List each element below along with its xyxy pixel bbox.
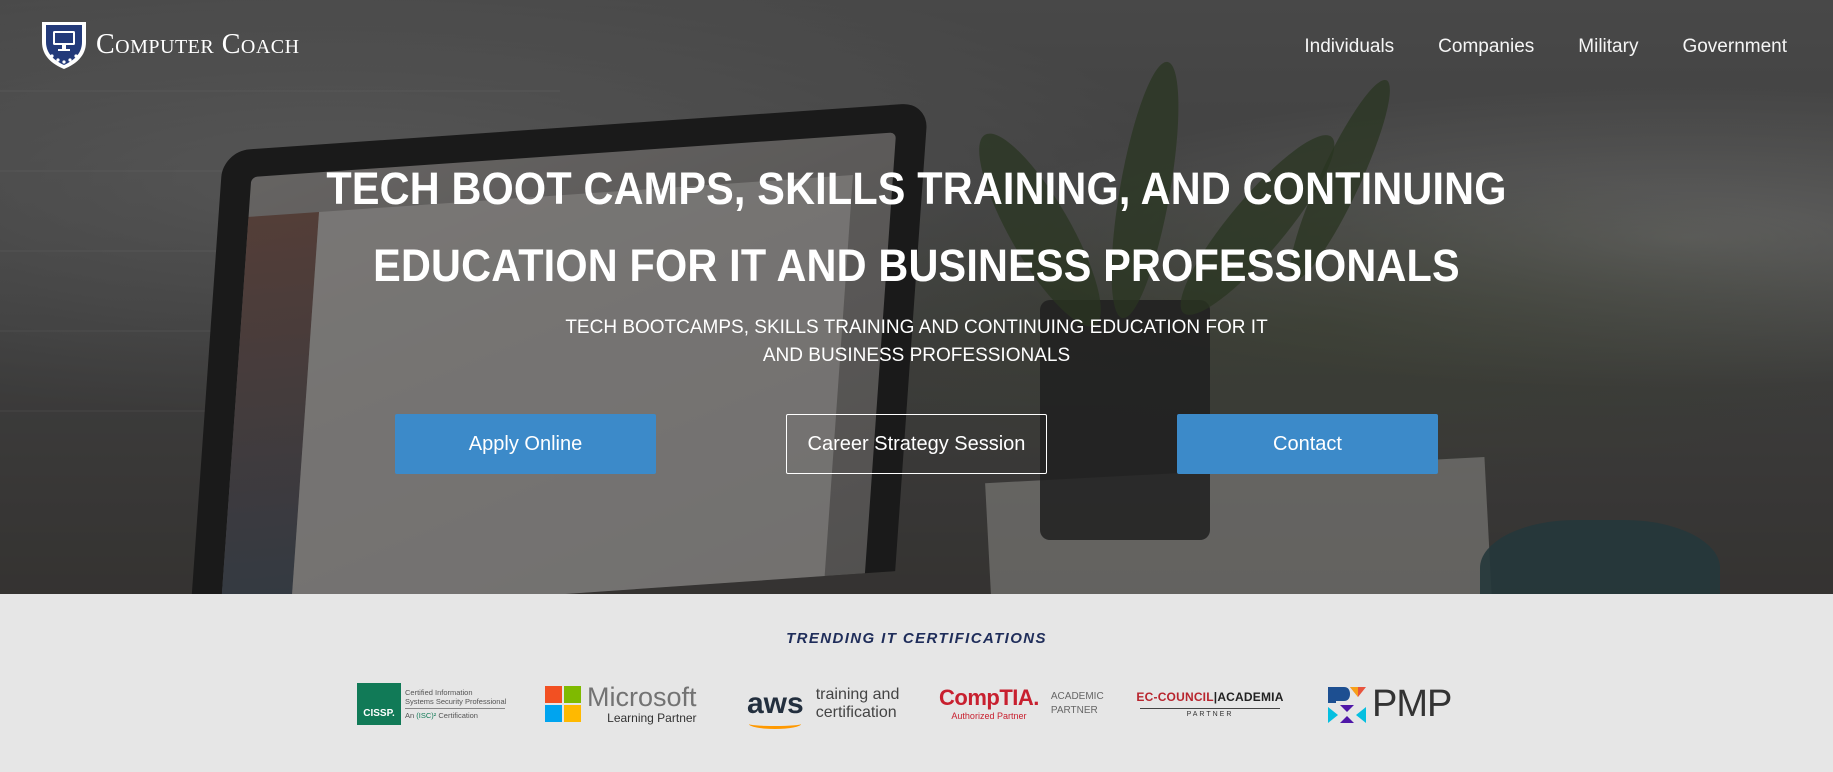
ec-council-wordmark: EC-COUNCIL|ACADEMIA [1136, 690, 1283, 704]
certifications-title: TRENDING IT CERTIFICATIONS [786, 630, 1047, 647]
aws-word: aws [747, 687, 804, 720]
cissp-line-3-suffix: Certification [438, 711, 478, 720]
nav-item-government[interactable]: Government [1682, 36, 1787, 58]
cissp-description: Certified Information Systems Security P… [405, 688, 506, 720]
comptia-academic-partner-logo[interactable]: CompTIA. Authorized Partner ACADEMIC PAR… [939, 678, 1104, 730]
aws-tag-line-1: training and [815, 686, 900, 703]
certifications-section: TRENDING IT CERTIFICATIONS CISSP. Certif… [0, 594, 1833, 772]
hero-subheading-line-2: AND BUSINESS PROFESSIONALS [762, 345, 1071, 366]
nav-item-individuals[interactable]: Individuals [1304, 36, 1394, 58]
comptia-acad-line-1: ACADEMIC [1050, 691, 1104, 702]
cissp-divider [405, 708, 505, 709]
comptia-sub: Authorized Partner [951, 711, 1027, 721]
ec-council-partner: PARTNER [1186, 711, 1234, 718]
microsoft-sub: Learning Partner [607, 711, 697, 725]
comptia-academic-label: ACADEMIC PARTNER [1051, 690, 1104, 718]
hero-headline-line-2: EDUCATION FOR IT AND BUSINESS PROFESSION… [373, 240, 1460, 291]
hero-subheading: TECH BOOTCAMPS, SKILLS TRAINING AND CONT… [0, 314, 1833, 370]
cissp-line-3-org: (ISC)² [416, 711, 437, 720]
comptia-acad-line-2: PARTNER [1050, 705, 1098, 716]
cissp-line-2: Systems Security Professional [405, 697, 507, 706]
cissp-line-1: Certified Information [405, 688, 473, 697]
hero-subheading-line-1: TECH BOOTCAMPS, SKILLS TRAINING AND CONT… [565, 317, 1268, 338]
brand-logo[interactable]: Computer Coach [38, 20, 300, 70]
shield-monitor-icon [38, 20, 90, 70]
pmi-mark-icon [1328, 685, 1366, 723]
microsoft-learning-partner-logo[interactable]: Microsoft Learning Partner [545, 678, 710, 730]
hero-headline: TECH BOOT CAMPS, SKILLS TRAINING, AND CO… [73, 150, 1759, 304]
ec-council-divider [1140, 708, 1280, 709]
nav-item-military[interactable]: Military [1578, 36, 1638, 58]
pmp-wordmark: PMP [1372, 683, 1452, 725]
hero-section: Computer Coach Individuals Companies Mil… [0, 0, 1833, 594]
ec-council-academia-logo[interactable]: EC-COUNCIL|ACADEMIA PARTNER [1135, 678, 1285, 730]
cissp-badge: CISSP. [357, 683, 401, 725]
aws-training-logo[interactable]: aws training and certification [747, 678, 907, 730]
comptia-name: CompTIA. [939, 685, 1039, 710]
cissp-line-3-prefix: An [405, 711, 415, 720]
comptia-wordmark: CompTIA. Authorized Partner [939, 686, 1039, 722]
aws-smile-icon [749, 719, 801, 729]
apply-online-button[interactable]: Apply Online [395, 414, 656, 474]
pmp-logo[interactable]: PMP [1328, 678, 1468, 730]
certification-logos: CISSP. Certified Information Systems Sec… [355, 678, 1833, 730]
ec-council-academia: ACADEMIA [1217, 690, 1284, 704]
microsoft-wordmark: Microsoft Learning Partner [587, 683, 697, 725]
cissp-line-3: An (ISC)² Certification [405, 711, 506, 720]
microsoft-name: Microsoft [587, 682, 697, 712]
main-nav: Individuals Companies Military Governmen… [1304, 36, 1787, 58]
nav-item-companies[interactable]: Companies [1438, 36, 1534, 58]
hero-headline-line-1: TECH BOOT CAMPS, SKILLS TRAINING, AND CO… [326, 163, 1507, 214]
aws-tag-line-2: certification [815, 704, 897, 721]
ec-council-name: EC-COUNCIL [1136, 690, 1214, 704]
cissp-logo[interactable]: CISSP. Certified Information Systems Sec… [357, 678, 509, 730]
contact-button[interactable]: Contact [1177, 414, 1438, 474]
aws-wordmark: aws [747, 687, 804, 729]
microsoft-windows-icon [545, 686, 581, 722]
aws-tagline: training and certification [816, 686, 900, 722]
brand-name: Computer Coach [96, 29, 300, 60]
career-strategy-session-button[interactable]: Career Strategy Session [786, 414, 1047, 474]
